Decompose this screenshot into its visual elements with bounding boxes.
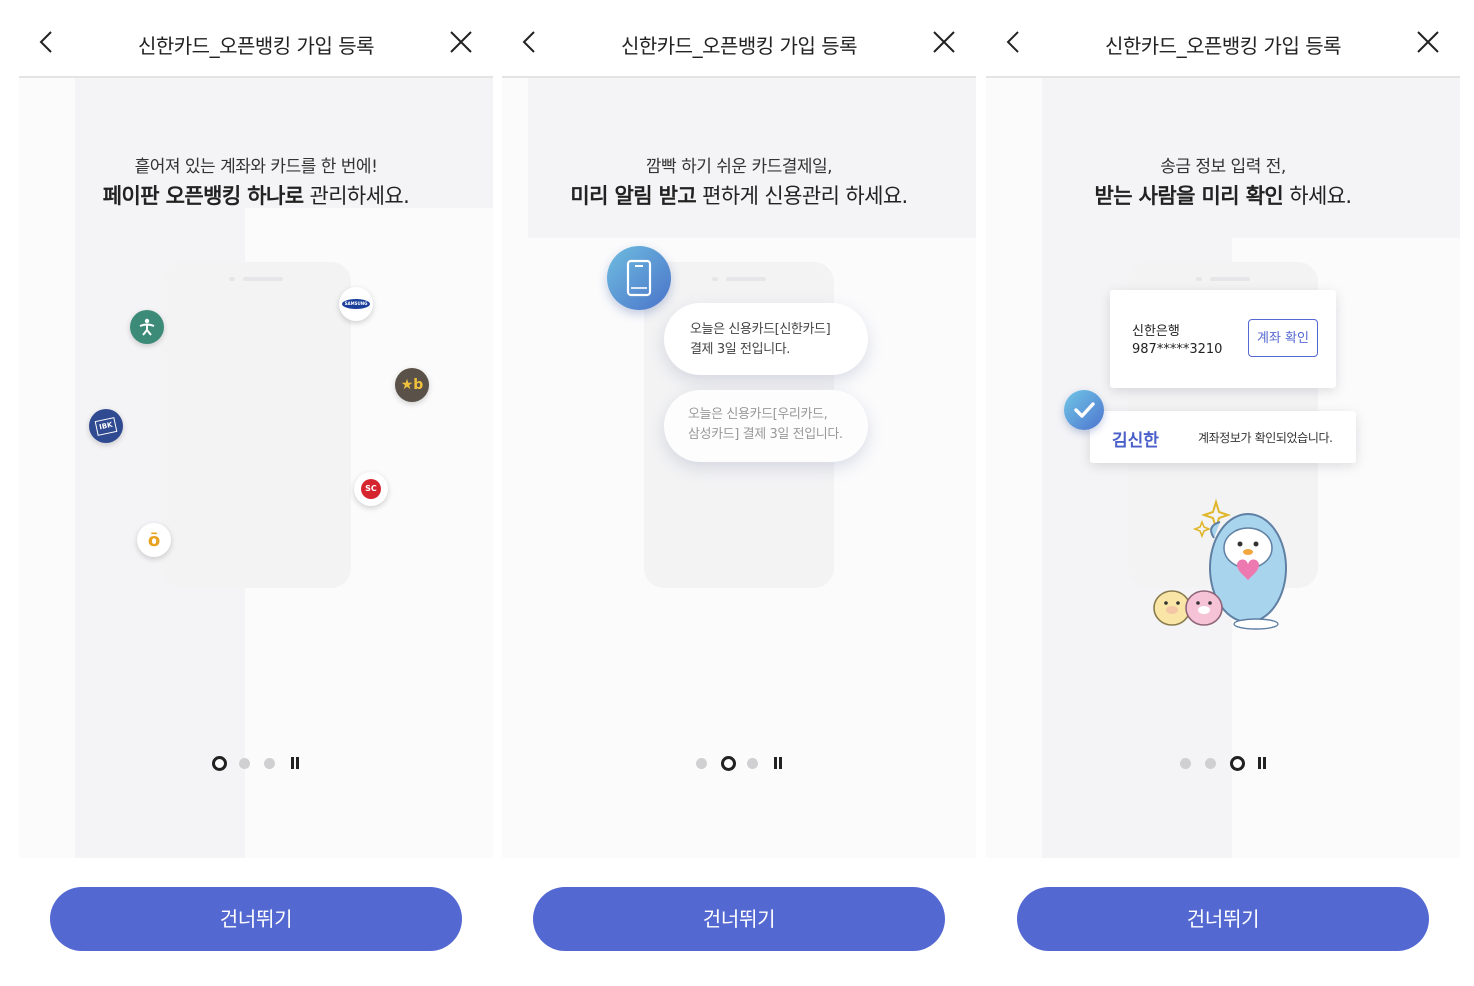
intro-text: 깜빡 하기 쉬운 카드결제일, [645,157,833,177]
confirm-message: 계좌정보가 확인되었습니다. [1198,431,1333,445]
pause-icon[interactable] [774,757,783,769]
skip-button[interactable]: 건너뛰기 [533,887,945,951]
recipient-card: 김신한 계좌정보가 확인되었습니다. [1090,411,1356,463]
samsung-icon: SAMSUNG [339,287,373,321]
onboarding-screen-1: 신한카드_오픈뱅킹 가입 등록 흩어져 있는 계좌와 카드를 한 번에! 페이판… [19,0,493,986]
page-dot-1[interactable] [1180,758,1191,769]
bank-name: 신한은행 [1132,324,1180,339]
close-icon[interactable] [930,28,958,56]
intro-text: 송금 정보 입력 전, [1160,157,1286,177]
header: 신한카드_오픈뱅킹 가입 등록 [986,0,1460,78]
page-dot-2[interactable] [721,756,736,771]
close-icon[interactable] [447,28,475,56]
pause-icon[interactable] [291,757,300,769]
headline-text: 미리 알림 받고 편하게 신용관리 하세요. [570,184,908,208]
kb-icon: ★b [395,368,429,402]
account-number: 987*****3210 [1132,342,1223,357]
sc-icon: SC [354,472,388,506]
chevron-left-icon[interactable] [516,28,544,56]
onboarding-screen-2: 신한카드_오픈뱅킹 가입 등록 깜빡 하기 쉬운 카드결제일, 미리 알림 받고… [502,0,976,986]
skip-button[interactable]: 건너뛰기 [50,887,462,951]
header: 신한카드_오픈뱅킹 가입 등록 [19,0,493,78]
phone-illustration [161,262,351,588]
page-title: 신한카드_오픈뱅킹 가입 등록 [1104,34,1342,58]
verify-account-button[interactable]: 계좌 확인 [1248,319,1318,357]
close-icon[interactable] [1414,28,1442,56]
page-dot-3[interactable] [1230,756,1245,771]
page-title: 신한카드_오픈뱅킹 가입 등록 [137,34,375,58]
recipient-name: 김신한 [1112,431,1159,451]
headline-text: 페이판 오픈뱅킹 하나로 관리하세요. [102,184,410,208]
notification-bubble-1: 오늘은 신용카드[신한카드] 결제 3일 전입니다. [664,303,868,375]
phone-icon [607,246,671,310]
ibk-icon: IBK [89,409,123,443]
page-title: 신한카드_오픈뱅킹 가입 등록 [620,34,858,58]
page-dot-1[interactable] [696,758,707,769]
pause-icon[interactable] [1258,757,1267,769]
page-dot-2[interactable] [239,758,250,769]
hana-icon: ō [137,523,171,557]
bank-green-icon [130,310,164,344]
onboarding-screen-3: 신한카드_오픈뱅킹 가입 등록 송금 정보 입력 전, 받는 사람을 미리 확인… [986,0,1460,986]
account-card: 신한은행 987*****3210 계좌 확인 [1110,290,1336,388]
page-dot-3[interactable] [747,758,758,769]
intro-text: 흩어져 있는 계좌와 카드를 한 번에! [134,157,378,177]
headline-text: 받는 사람을 미리 확인 하세요. [1094,184,1353,208]
notification-bubble-2: 오늘은 신용카드[우리카드, 삼성카드] 결제 3일 전입니다. [664,390,868,462]
skip-button[interactable]: 건너뛰기 [1017,887,1429,951]
check-icon [1064,390,1104,430]
page-dot-3[interactable] [264,758,275,769]
header: 신한카드_오픈뱅킹 가입 등록 [502,0,976,78]
chevron-left-icon[interactable] [33,28,61,56]
chevron-left-icon[interactable] [1000,28,1028,56]
mascot-illustration [1153,498,1287,630]
page-dot-1[interactable] [212,756,227,771]
page-dot-2[interactable] [1205,758,1216,769]
